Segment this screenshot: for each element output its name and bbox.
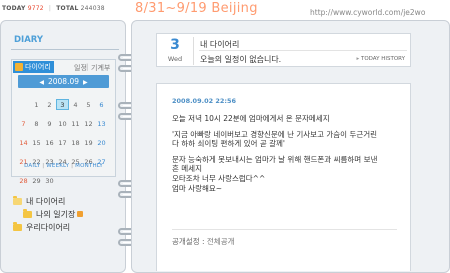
tab-divider: | — [86, 63, 89, 71]
folder-icon — [23, 208, 32, 218]
folder-open-icon — [13, 195, 22, 205]
calendar-day[interactable]: 17 — [56, 138, 69, 149]
calendar-day[interactable]: 30 — [43, 176, 56, 187]
calendar-grid: 1 2 3 4 5 67 8 9 10 11 12 1314 15 16 17 18 19 2021 22 23 24 2… — [17, 92, 111, 187]
tab-diary[interactable]: 다이어리 — [13, 61, 54, 73]
calendar-empty-cell — [17, 96, 30, 107]
folder-icon — [13, 221, 22, 231]
tab-ledger[interactable]: 기계부 — [91, 63, 110, 73]
post-line: '지금 아빠랑 네이버보고 경향신문에 난 기사보고 가슴이 두근거린 — [172, 129, 378, 139]
main-panel: 3 Wed 내 다이어리 오늘의 일정이 없습니다. TODAY HISTORY… — [131, 20, 450, 273]
today-day-number: 3 — [170, 37, 180, 53]
post-line: 오타조차 너무 사랑스럽다^^ — [172, 173, 266, 183]
tab-schedule[interactable]: 일정 — [74, 63, 87, 73]
today-diary-title: 내 다이어리 — [200, 40, 240, 49]
today-schedule-message: 오늘의 일정이 없습니다. — [200, 55, 282, 64]
next-month-icon[interactable]: ▶ — [83, 79, 88, 86]
today-history-link[interactable]: TODAY HISTORY — [356, 56, 405, 62]
post-line: 다 하하 쇠이팅 편하게 있어 곧 갈께' — [172, 139, 285, 149]
visitor-counter: TODAY 9772 | TOTAL 244038 — [2, 5, 105, 12]
view-daily[interactable]: DAILY — [24, 163, 40, 169]
diary-icon — [15, 63, 23, 71]
calendar-day[interactable]: 4 — [69, 100, 82, 111]
privacy-setting: 공개설정 : 전체공개 — [172, 236, 235, 247]
sidebar-title-divider — [11, 49, 119, 50]
calendar-day[interactable]: 28 — [17, 176, 30, 187]
folder-label: 우리다이어리 — [26, 222, 71, 232]
folder-my-diary[interactable]: 내 다이어리 — [13, 195, 83, 207]
page-headline: 8/31~9/19 Beijing — [135, 1, 258, 16]
sidebar-title: DIARY — [14, 35, 44, 45]
calendar-widget: 다이어리 일정 | 기계부 ◀ 2008.09 ▶ 1 2 3 4 5 67 8 9 10 11 12 1… — [11, 59, 116, 185]
new-badge-icon — [77, 211, 84, 217]
calendar-day[interactable]: 29 — [30, 176, 43, 187]
calendar-view-options: DAILY | WEEKLY | MONTHLY — [12, 163, 115, 169]
calendar-empty-cell — [95, 172, 108, 183]
post-line: 문자 능숙하게 못보내시는 엄마가 날 위해 핸드폰과 씨름하며 보낸 — [172, 154, 378, 164]
calendar-empty-cell — [56, 172, 69, 183]
calendar-day[interactable]: 19 — [82, 138, 95, 149]
total-count: 244038 — [80, 5, 105, 12]
folder-label: 나의 일기장 — [36, 209, 76, 219]
calendar-day[interactable]: 16 — [43, 138, 56, 149]
calendar-day[interactable]: 11 — [69, 119, 82, 130]
total-label: TOTAL — [56, 5, 79, 12]
calendar-day[interactable]: 8 — [30, 119, 43, 130]
calendar-empty-cell — [69, 172, 82, 183]
folder-tree: 내 다이어리 나의 일기장 우리다이어리 — [13, 195, 84, 234]
calendar-day[interactable]: 1 — [30, 100, 43, 111]
calendar-empty-cell — [82, 172, 95, 183]
privacy-label: 공개설정 : — [172, 237, 207, 246]
post-line: 엄마 사랑해요~ — [172, 183, 223, 193]
calendar-day[interactable]: 18 — [69, 138, 82, 149]
folder-label: 내 다이어리 — [26, 196, 66, 206]
page-root: TODAY 9772 | TOTAL 244038 8/31~9/19 Beij… — [0, 0, 450, 273]
calendar-day[interactable]: 5 — [82, 100, 95, 111]
date-divider — [193, 37, 194, 65]
tab-diary-label: 다이어리 — [25, 63, 51, 71]
today-weekday: Wed — [167, 55, 183, 63]
calendar-tabs: 다이어리 일정 | 기계부 — [12, 60, 115, 74]
folder-our-diary[interactable]: 우리다이어리 — [13, 221, 83, 233]
today-label: TODAY — [2, 5, 26, 12]
calendar-day[interactable]: 9 — [43, 119, 56, 130]
calendar-day[interactable]: 12 — [82, 119, 95, 130]
calendar-day[interactable]: 20 — [95, 138, 108, 149]
post-timestamp: 2008.09.02 22:56 — [172, 97, 237, 105]
calendar-day[interactable]: 15 — [30, 138, 43, 149]
folder-my-journal[interactable]: 나의 일기장 — [23, 208, 84, 220]
today-summary: 3 Wed 내 다이어리 오늘의 일정이 없습니다. TODAY HISTORY — [156, 33, 411, 67]
view-monthly[interactable]: MONTHLY — [75, 163, 103, 169]
calendar-day[interactable]: 13 — [95, 119, 108, 130]
calendar-day[interactable]: 10 — [56, 119, 69, 130]
calendar-month: 2008.09 — [47, 77, 79, 86]
calendar-day[interactable]: 14 — [17, 138, 30, 149]
homepage-url-link[interactable]: http://www.cyworld.com/je2wo — [310, 8, 425, 17]
counter-divider: | — [48, 5, 52, 12]
post-line: 흔 메세지 — [172, 164, 202, 174]
privacy-value[interactable]: 전체공개 — [207, 237, 235, 246]
calendar-day[interactable]: 7 — [17, 119, 30, 130]
view-weekly[interactable]: WEEKLY — [46, 163, 69, 169]
prev-month-icon[interactable]: ◀ — [39, 79, 44, 86]
post-divider — [172, 229, 397, 230]
sidebar-panel: DIARY 다이어리 일정 | 기계부 ◀ 2008.09 ▶ 1 2 3 4 5 67 8 9 1… — [0, 20, 126, 273]
today-divider — [199, 50, 407, 51]
post-body: 오늘 저녁 10시 22분에 엄마에게서 온 문자메세지 '지금 아빠랑 네이버… — [172, 114, 407, 193]
calendar-day[interactable]: 6 — [95, 100, 108, 111]
calendar-month-nav: ◀ 2008.09 ▶ — [18, 75, 109, 88]
calendar-day[interactable]: 3 — [56, 99, 69, 110]
post-line: 오늘 저녁 10시 22분에 엄마에게서 온 문자메세지 — [172, 114, 330, 123]
diary-post: 2008.09.02 22:56 오늘 저녁 10시 22분에 엄마에게서 온 … — [156, 83, 411, 271]
calendar-day[interactable]: 2 — [43, 100, 56, 111]
today-count: 9772 — [27, 5, 44, 12]
